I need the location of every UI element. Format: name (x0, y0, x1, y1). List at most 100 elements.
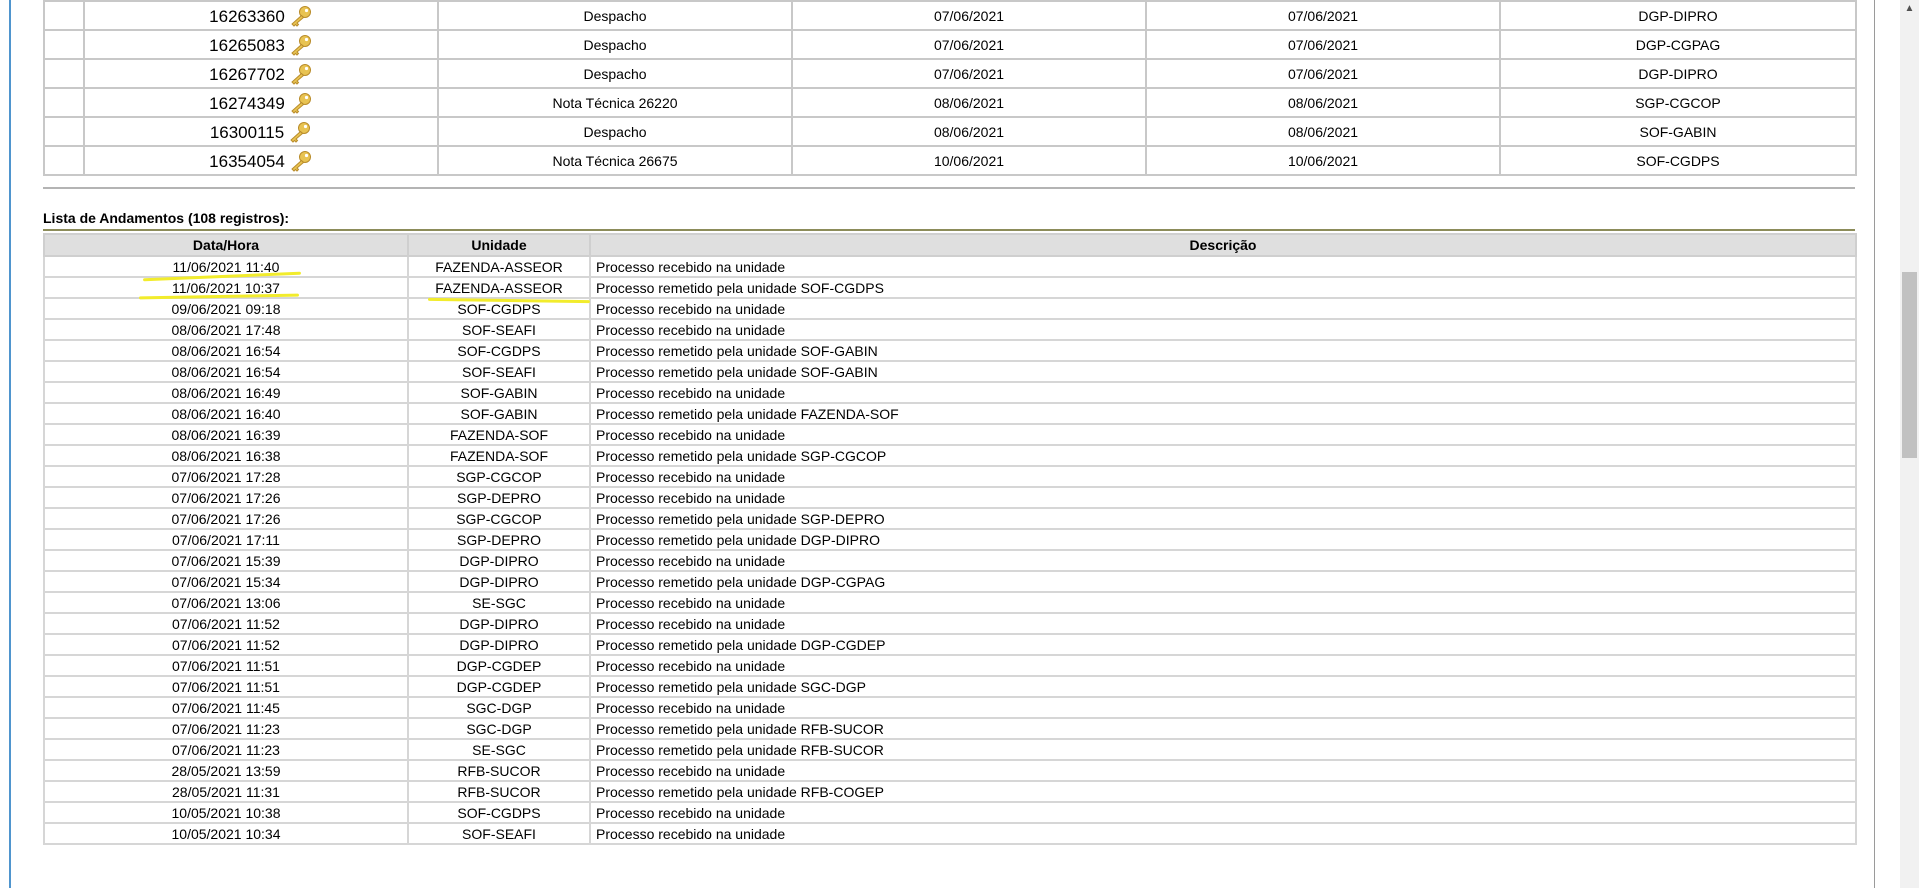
andamento-unit[interactable]: FAZENDA-SOF (407, 423, 591, 446)
document-registration-date: 08/06/2021 (1145, 116, 1501, 147)
andamento-row: 07/06/2021 17:28 SGP-CGCOP Processo recebi… (43, 465, 1857, 488)
document-number-link[interactable]: 16263360 (209, 7, 285, 26)
column-header-datetime[interactable]: Data/Hora (43, 233, 409, 257)
andamento-row: 07/06/2021 13:06 SE-SGC Processo recebido … (43, 591, 1857, 614)
andamento-datetime: 07/06/2021 11:45 (43, 696, 409, 719)
andamento-row: 10/05/2021 10:34 SOF-SEAFI Processo recebi… (43, 822, 1857, 845)
andamento-unit[interactable]: SGP-DEPRO (407, 528, 591, 551)
document-row: 16263360 Despacho 07/06/2021 07/06/2021 DGP-… (43, 0, 1857, 31)
andamento-datetime: 07/06/2021 13:06 (43, 591, 409, 614)
document-type: Despacho (437, 58, 793, 89)
row-select-cell[interactable] (43, 29, 85, 60)
andamento-unit[interactable]: FAZENDA-ASSEOR (407, 255, 591, 278)
andamento-unit[interactable]: FAZENDA-SOF (407, 444, 591, 467)
caption-divider (43, 229, 1855, 231)
andamento-unit[interactable]: DGP-CGDEP (407, 675, 591, 698)
andamento-datetime: 07/06/2021 11:23 (43, 717, 409, 740)
document-registration-date: 07/06/2021 (1145, 0, 1501, 31)
document-registration-date: 07/06/2021 (1145, 29, 1501, 60)
andamento-row: 07/06/2021 11:51 DGP-CGDEP Processo recebi… (43, 654, 1857, 677)
andamento-row: 08/06/2021 16:54 SOF-SEAFI Processo remeti… (43, 360, 1857, 383)
key-icon[interactable] (289, 92, 313, 114)
key-icon[interactable] (289, 150, 313, 172)
key-icon[interactable] (289, 34, 313, 56)
document-number-link[interactable]: 16265083 (209, 36, 285, 55)
andamento-row: 08/06/2021 16:38 FAZENDA-SOF Processo reme… (43, 444, 1857, 467)
andamento-unit[interactable]: RFB-SUCOR (407, 759, 591, 782)
andamento-description: Processo recebido na unidade (589, 549, 1857, 572)
andamento-unit[interactable]: DGP-DIPRO (407, 633, 591, 656)
andamento-unit[interactable]: SOF-SEAFI (407, 318, 591, 341)
row-select-cell[interactable] (43, 0, 85, 31)
andamento-datetime: 10/05/2021 10:38 (43, 801, 409, 824)
andamentos-table: Data/Hora Unidade Descrição 11/06/2021 1… (43, 233, 1857, 845)
andamento-description: Processo remetido pela unidade RFB-SUCOR (589, 717, 1857, 740)
column-header-description[interactable]: Descrição (589, 233, 1857, 257)
row-select-cell[interactable] (43, 87, 85, 118)
document-number-link[interactable]: 16274349 (209, 94, 285, 113)
andamento-unit[interactable]: DGP-CGDEP (407, 654, 591, 677)
document-number-link[interactable]: 16354054 (209, 152, 285, 171)
andamento-unit[interactable]: SGP-DEPRO (407, 486, 591, 509)
scrollbar-thumb[interactable] (1902, 272, 1917, 458)
document-number-cell: 16274349 (83, 87, 439, 118)
andamento-row: 07/06/2021 11:51 DGP-CGDEP Processo remeti… (43, 675, 1857, 698)
andamento-unit[interactable]: SOF-GABIN (407, 402, 591, 425)
andamento-description: Processo remetido pela unidade DGP-CGDEP (589, 633, 1857, 656)
andamento-row: 07/06/2021 17:11 SGP-DEPRO Processo remeti… (43, 528, 1857, 551)
andamento-row: 10/05/2021 10:38 SOF-CGDPS Processo recebi… (43, 801, 1857, 824)
document-unit: DGP-CGPAG (1499, 29, 1857, 60)
document-row: 16354054 Nota Técnica 26675 10/06/2021 10/0… (43, 145, 1857, 176)
key-icon[interactable] (289, 5, 313, 27)
andamento-row: 07/06/2021 17:26 SGP-DEPRO Processo recebi… (43, 486, 1857, 509)
andamento-datetime: 28/05/2021 13:59 (43, 759, 409, 782)
andamento-unit[interactable]: SOF-GABIN (407, 381, 591, 404)
andamento-row: 09/06/2021 09:18 SOF-CGDPS Processo recebi… (43, 297, 1857, 320)
document-type: Despacho (437, 116, 793, 147)
column-header-unit[interactable]: Unidade (407, 233, 591, 257)
andamento-unit[interactable]: SOF-SEAFI (407, 360, 591, 383)
andamento-description: Processo recebido na unidade (589, 696, 1857, 719)
key-icon[interactable] (288, 121, 312, 143)
document-date: 07/06/2021 (791, 0, 1147, 31)
andamento-unit[interactable]: DGP-DIPRO (407, 549, 591, 572)
row-select-cell[interactable] (43, 116, 85, 147)
document-number-link[interactable]: 16267702 (209, 65, 285, 84)
document-date: 07/06/2021 (791, 58, 1147, 89)
andamento-unit[interactable]: SGP-CGCOP (407, 465, 591, 488)
andamento-unit[interactable]: SE-SGC (407, 591, 591, 614)
andamento-datetime: 08/06/2021 16:54 (43, 360, 409, 383)
andamento-unit[interactable]: SOF-CGDPS (407, 801, 591, 824)
andamento-unit[interactable]: SGC-DGP (407, 717, 591, 740)
andamento-unit[interactable]: RFB-SUCOR (407, 780, 591, 803)
andamento-unit[interactable]: DGP-DIPRO (407, 570, 591, 593)
page-right-border (1874, 0, 1875, 888)
row-select-cell[interactable] (43, 145, 85, 176)
andamento-unit[interactable]: SE-SGC (407, 738, 591, 761)
andamento-unit[interactable]: DGP-DIPRO (407, 612, 591, 635)
andamento-description: Processo remetido pela unidade FAZENDA-S… (589, 402, 1857, 425)
andamentos-caption: Lista de Andamentos (108 registros): (43, 210, 290, 226)
andamento-description: Processo remetido pela unidade SOF-CGDPS (589, 276, 1857, 299)
andamento-datetime: 07/06/2021 11:51 (43, 675, 409, 698)
andamento-unit[interactable]: FAZENDA-ASSEOR (407, 276, 591, 299)
andamento-description: Processo recebido na unidade (589, 381, 1857, 404)
andamento-datetime: 07/06/2021 17:28 (43, 465, 409, 488)
andamento-unit[interactable]: SOF-CGDPS (407, 339, 591, 362)
andamento-datetime: 08/06/2021 16:54 (43, 339, 409, 362)
andamento-row: 08/06/2021 16:54 SOF-CGDPS Processo remeti… (43, 339, 1857, 362)
scroll-up-arrow-icon[interactable]: ▲ (1900, 0, 1919, 17)
row-select-cell[interactable] (43, 58, 85, 89)
andamento-row: 07/06/2021 11:45 SGC-DGP Processo recebido… (43, 696, 1857, 719)
andamento-unit[interactable]: SOF-SEAFI (407, 822, 591, 845)
andamento-row: 08/06/2021 16:39 FAZENDA-SOF Processo rece… (43, 423, 1857, 446)
andamento-datetime: 07/06/2021 15:39 (43, 549, 409, 572)
andamento-description: Processo recebido na unidade (589, 759, 1857, 782)
andamento-unit[interactable]: SGC-DGP (407, 696, 591, 719)
key-icon[interactable] (289, 63, 313, 85)
andamento-description: Processo recebido na unidade (589, 465, 1857, 488)
andamento-unit[interactable]: SGP-CGCOP (407, 507, 591, 530)
document-number-link[interactable]: 16300115 (210, 123, 284, 142)
document-date: 07/06/2021 (791, 29, 1147, 60)
andamento-description: Processo remetido pela unidade SGP-DEPRO (589, 507, 1857, 530)
